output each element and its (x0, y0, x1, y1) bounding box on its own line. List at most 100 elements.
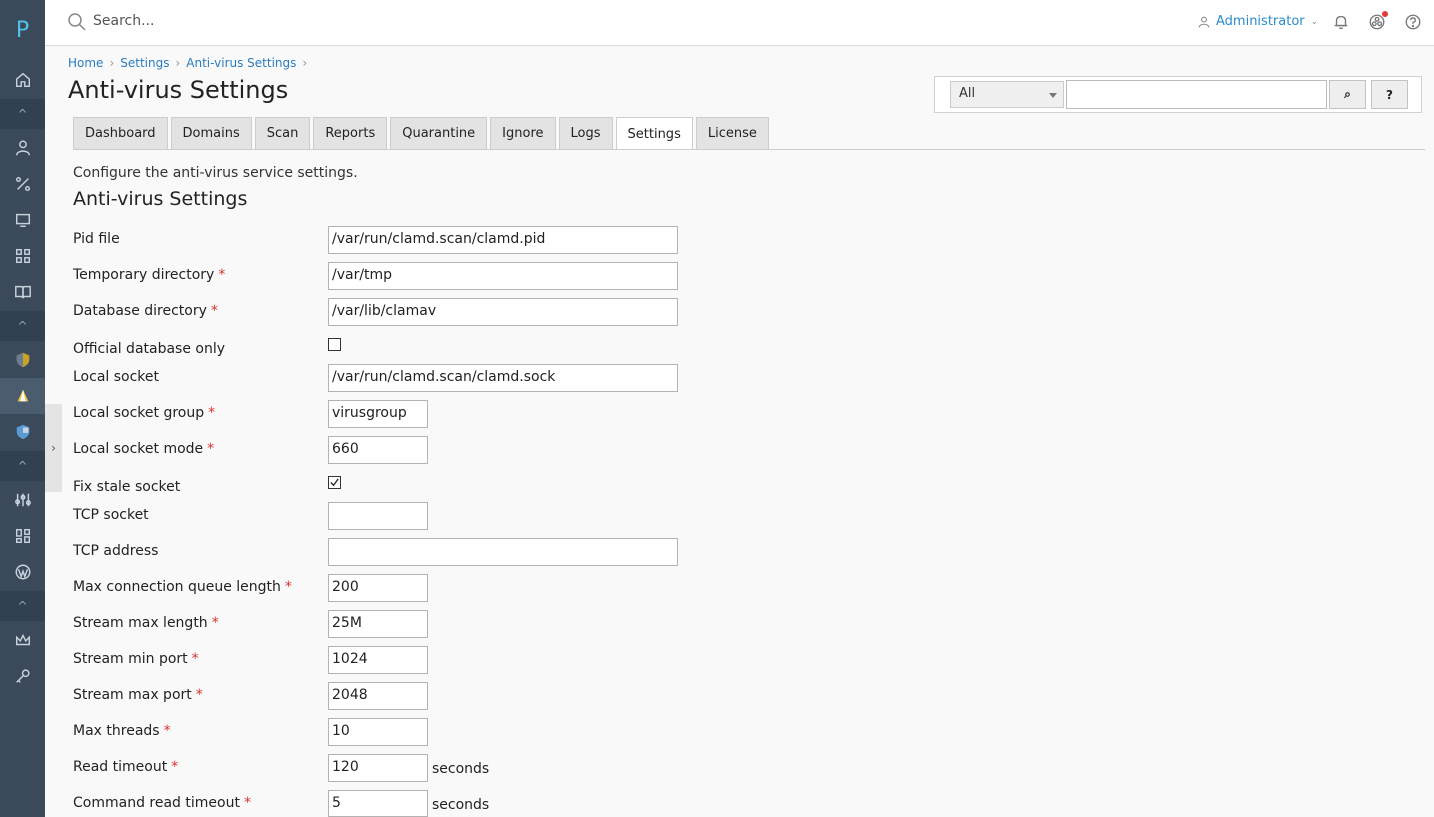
tab-ignore[interactable]: Ignore (490, 117, 556, 149)
tab-settings[interactable]: Settings (615, 117, 693, 150)
breadcrumb-home[interactable]: Home (68, 56, 103, 70)
tab-dashboard[interactable]: Dashboard (73, 117, 168, 149)
form-row-socket-group: Local socket group * virusgroup (73, 400, 773, 428)
form-row-socket-mode: Local socket mode * 660 (73, 436, 773, 464)
socket-group-input[interactable]: virusgroup (328, 400, 428, 428)
stream-max-port-input[interactable]: 2048 (328, 682, 428, 710)
stream-max-len-label-text: Stream max length (73, 615, 208, 631)
temp-dir-label-text: Temporary directory (73, 267, 215, 283)
tab-license[interactable]: License (695, 117, 769, 149)
community-icon[interactable] (1368, 13, 1386, 31)
form-row-stream-min-port: Stream min port * 1024 (73, 646, 773, 674)
db-dir-input[interactable]: /var/lib/clamav (328, 298, 678, 326)
percent-icon[interactable] (0, 166, 45, 202)
users-icon[interactable] (0, 130, 45, 166)
max-queue-label: Max connection queue length * (73, 579, 292, 595)
logo[interactable]: P (0, 0, 45, 60)
max-threads-label-text: Max threads (73, 723, 160, 739)
max-threads-label: Max threads * (73, 723, 171, 739)
filter-select[interactable]: All (950, 81, 1064, 108)
help-icon[interactable] (1404, 13, 1422, 31)
stream-max-len-label: Stream max length * (73, 615, 219, 631)
shield-gold-icon[interactable] (0, 342, 45, 378)
breadcrumb: Home › Settings › Anti-virus Settings › (68, 56, 307, 70)
stream-min-port-input[interactable]: 1024 (328, 646, 428, 674)
tab-logs[interactable]: Logs (558, 117, 613, 149)
caret-down-icon (1049, 93, 1057, 98)
db-dir-label: Database directory * (73, 303, 218, 319)
socket-mode-input[interactable]: 660 (328, 436, 428, 464)
pid-file-input[interactable]: /var/run/clamd.scan/clamd.pid (328, 226, 678, 254)
tab-domains[interactable]: Domains (170, 117, 252, 149)
monitor-icon[interactable] (0, 202, 45, 238)
max-threads-input[interactable]: 10 (328, 718, 428, 746)
official-db-label: Official database only (73, 341, 226, 357)
fix-stale-checkbox[interactable] (328, 476, 341, 489)
read-timeout-unit: seconds (432, 761, 490, 777)
cmd-read-timeout-label-text: Command read timeout (73, 795, 240, 811)
notifications-icon[interactable] (1332, 13, 1350, 31)
user-icon (1198, 16, 1210, 28)
stream-max-port-label: Stream max port * (73, 687, 203, 703)
form-row-max-queue: Max connection queue length * 200 (73, 574, 773, 602)
form-row-official-db: Official database only (73, 336, 773, 364)
stream-max-len-input[interactable]: 25M (328, 610, 428, 638)
required-marker: * (210, 303, 218, 319)
collapse-group-icon[interactable]: ^ (0, 99, 45, 129)
socket-group-label: Local socket group * (73, 405, 215, 421)
required-marker: * (191, 651, 199, 667)
read-timeout-input[interactable]: 120 (328, 754, 428, 782)
required-marker: * (243, 795, 251, 811)
widgets-icon[interactable] (0, 518, 45, 554)
max-queue-label-text: Max connection queue length (73, 579, 281, 595)
wordpress-icon[interactable] (0, 554, 45, 590)
pid-file-label: Pid file (73, 231, 120, 247)
search-button[interactable]: ⌕ (1329, 80, 1366, 109)
chevron-right-icon: › (109, 56, 115, 70)
tab-quarantine[interactable]: Quarantine (390, 117, 488, 149)
chevron-right-icon: › (175, 56, 181, 70)
form-row-tcp-address: TCP address (73, 538, 773, 566)
user-menu[interactable]: Administrator ⌄ (1198, 14, 1318, 29)
page-description: Configure the anti-virus service setting… (73, 165, 358, 181)
tcp-address-input[interactable] (328, 538, 678, 566)
local-socket-label: Local socket (73, 369, 160, 385)
key-icon[interactable] (0, 658, 45, 694)
form-row-read-timeout: Read timeout * 120 seconds (73, 754, 773, 782)
local-socket-input[interactable]: /var/run/clamd.scan/clamd.sock (328, 364, 678, 392)
form-row-temp-dir: Temporary directory * /var/tmp (73, 262, 773, 290)
form-row-pid-file: Pid file /var/run/clamd.scan/clamd.pid (73, 226, 773, 254)
cmd-read-timeout-input[interactable]: 5 (328, 790, 428, 817)
socket-mode-label: Local socket mode * (73, 441, 214, 457)
socket-group-label-text: Local socket group (73, 405, 205, 421)
shield-blue-icon[interactable] (0, 414, 45, 450)
apps-icon[interactable] (0, 238, 45, 274)
crown-icon[interactable] (0, 622, 45, 658)
collapse-group-icon[interactable]: ^ (0, 311, 45, 341)
breadcrumb-settings[interactable]: Settings (120, 56, 169, 70)
antivirus-icon[interactable] (0, 378, 45, 414)
breadcrumb-antivirus-settings[interactable]: Anti-virus Settings (186, 56, 296, 70)
stream-min-port-label-text: Stream min port (73, 651, 188, 667)
max-queue-input[interactable]: 200 (328, 574, 428, 602)
global-search-input[interactable]: Search... (93, 13, 154, 29)
sidebar-toggle-button[interactable]: › (45, 404, 62, 492)
collapse-group-icon[interactable]: ^ (0, 591, 45, 621)
page-title: Anti-virus Settings (68, 76, 289, 104)
tab-reports[interactable]: Reports (313, 117, 388, 149)
tcp-socket-input[interactable] (328, 502, 428, 530)
topbar: Search... Administrator ⌄ (45, 0, 1434, 46)
form-row-cmd-read-timeout: Command read timeout * 5 seconds (73, 790, 773, 817)
temp-dir-input[interactable]: /var/tmp (328, 262, 678, 290)
db-dir-label-text: Database directory (73, 303, 207, 319)
required-marker: * (163, 723, 171, 739)
home-icon[interactable] (0, 62, 45, 98)
tab-scan[interactable]: Scan (254, 117, 311, 149)
sliders-icon[interactable] (0, 482, 45, 518)
official-db-checkbox[interactable] (328, 338, 341, 351)
tcp-socket-label: TCP socket (73, 507, 149, 523)
filter-search-input[interactable] (1066, 80, 1327, 109)
book-icon[interactable] (0, 274, 45, 310)
help-button[interactable]: ? (1371, 80, 1408, 109)
collapse-group-icon[interactable]: ^ (0, 451, 45, 481)
